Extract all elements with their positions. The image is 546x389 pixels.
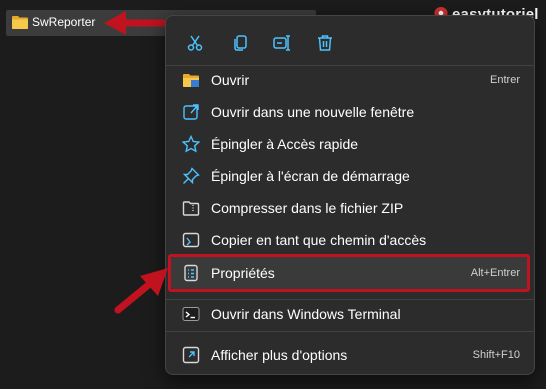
menu-item-compress-zip[interactable]: Compresser dans le fichier ZIP <box>170 192 530 224</box>
quick-actions-bar <box>176 24 516 64</box>
copy-icon <box>234 35 247 51</box>
menu-item-ouvrir[interactable]: Ouvrir Entrer <box>170 64 530 96</box>
cut-button[interactable] <box>180 28 210 58</box>
copy-path-icon <box>182 232 200 248</box>
folder-icon <box>12 16 28 29</box>
rename-icon <box>273 35 290 51</box>
cut-icon <box>187 35 203 51</box>
menu-item-more-options[interactable]: Afficher plus d'options Shift+F10 <box>170 339 530 371</box>
menu-item-properties[interactable]: Propriétés Alt+Entrer <box>170 257 530 289</box>
menu-item-pin-quick-access[interactable]: Épingler à Accès rapide <box>170 128 530 160</box>
menu-item-label: Ouvrir dans Windows Terminal <box>211 306 401 322</box>
menu-item-copy-path[interactable]: Copier en tant que chemin d'accès <box>170 224 530 256</box>
menu-item-label: Épingler à l'écran de démarrage <box>211 168 410 184</box>
menu-item-label: Épingler à Accès rapide <box>211 136 359 152</box>
delete-button[interactable] <box>310 28 340 58</box>
terminal-icon <box>182 307 200 321</box>
rename-button[interactable] <box>268 28 298 58</box>
zip-icon <box>182 201 200 216</box>
new-window-icon <box>183 104 199 120</box>
folder-open-icon <box>183 74 199 87</box>
copy-button[interactable] <box>226 28 256 58</box>
properties-icon <box>184 264 198 282</box>
pin-icon <box>182 167 200 185</box>
menu-item-shortcut: Entrer <box>490 74 520 86</box>
menu-divider <box>166 331 534 332</box>
menu-item-pin-start[interactable]: Épingler à l'écran de démarrage <box>170 160 530 192</box>
menu-item-label: Propriétés <box>211 265 275 281</box>
menu-item-label: Copier en tant que chemin d'accès <box>211 232 427 248</box>
menu-item-label: Afficher plus d'options <box>211 347 348 363</box>
menu-item-shortcut: Alt+Entrer <box>470 267 520 279</box>
delete-icon <box>318 35 332 51</box>
context-menu: Ouvrir Entrer Ouvrir dans une nouvelle f… <box>165 15 535 375</box>
menu-item-label: Ouvrir <box>211 72 250 88</box>
menu-item-label: Ouvrir dans une nouvelle fenêtre <box>211 104 415 120</box>
folder-name: SwReporter <box>32 15 96 29</box>
annotation-arrow-folder <box>104 11 170 35</box>
annotation-arrow-properties <box>114 268 168 314</box>
menu-item-windows-terminal[interactable]: Ouvrir dans Windows Terminal <box>170 298 530 330</box>
star-icon <box>182 135 200 153</box>
menu-item-label: Compresser dans le fichier ZIP <box>211 200 404 216</box>
menu-item-shortcut: Shift+F10 <box>472 349 520 361</box>
menu-item-new-window[interactable]: Ouvrir dans une nouvelle fenêtre <box>170 96 530 128</box>
more-options-icon <box>182 346 200 364</box>
